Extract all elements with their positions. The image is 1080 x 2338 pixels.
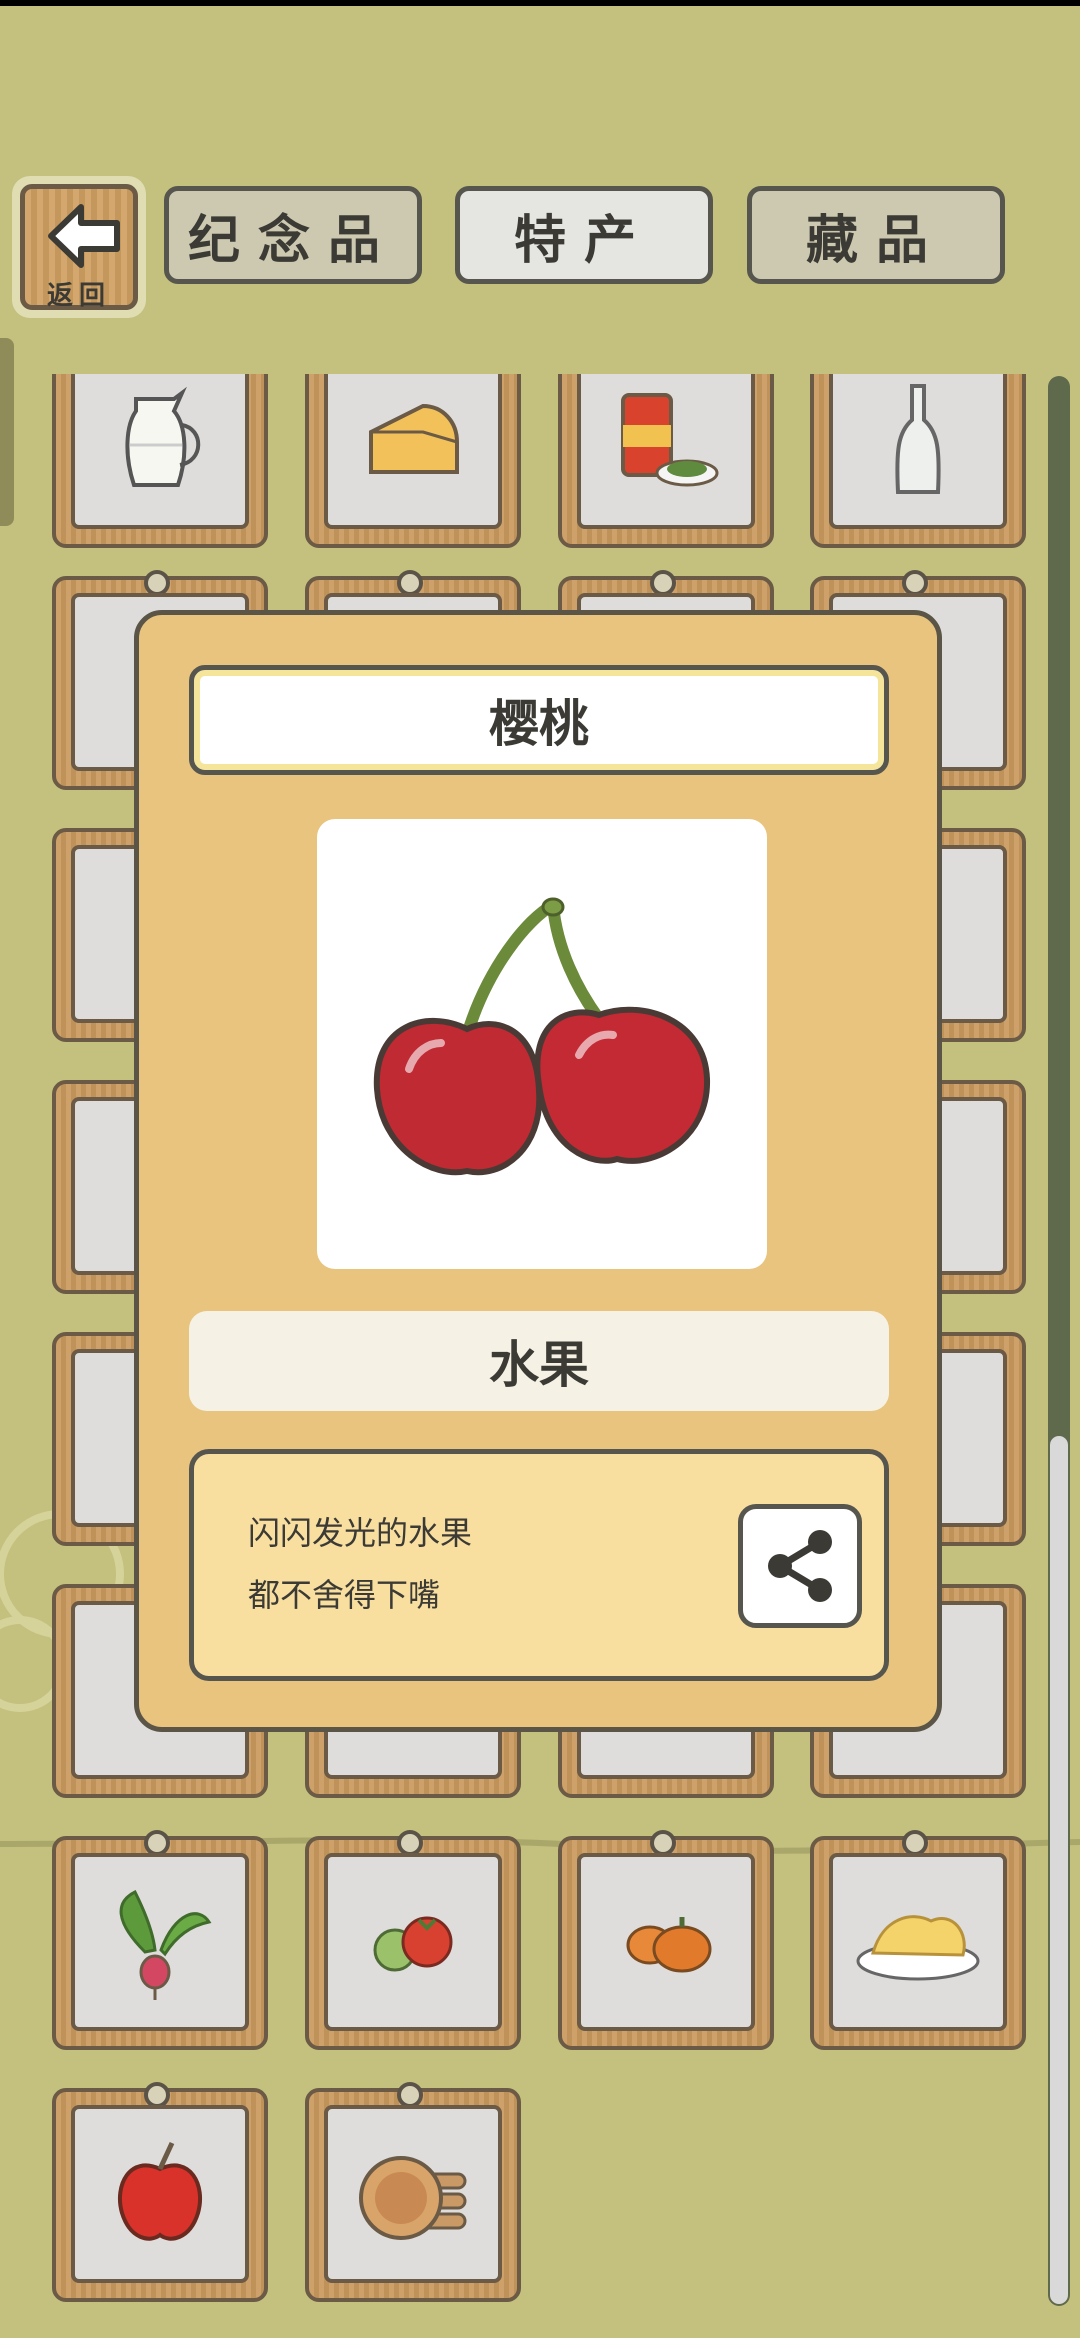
item-card[interactable]: [558, 1830, 774, 2050]
radish-icon: [119, 1889, 212, 2000]
description-line: 都不舍得下嘴: [248, 1576, 441, 1614]
apple-icon: [118, 2141, 202, 2241]
pancake-icon: [359, 2156, 467, 2240]
cherry-icon: [373, 897, 711, 1176]
tea-can-icon: [621, 393, 719, 487]
tomato-icon: [373, 1916, 453, 1972]
milk-jug-icon: [125, 386, 201, 487]
item-card[interactable]: [305, 1830, 521, 2050]
item-card[interactable]: [810, 374, 1026, 548]
item-card[interactable]: [810, 1830, 1026, 2050]
item-card[interactable]: [52, 1830, 268, 2050]
item-detail-dialog: 樱桃 水果 闪闪发光的水果 都不舍得下嘴: [134, 610, 942, 1732]
pumpkin-icon: [626, 1917, 712, 1973]
share-icon: [768, 1530, 832, 1602]
item-card[interactable]: [558, 374, 774, 548]
tab-souvenirs[interactable]: 纪念品: [164, 186, 422, 284]
share-button[interactable]: [738, 1504, 862, 1628]
back-arrow-icon: [48, 204, 120, 268]
bottle-icon: [895, 384, 941, 494]
item-name: 樱桃: [189, 665, 889, 775]
back-button[interactable]: 返回: [12, 176, 146, 318]
item-card[interactable]: [305, 374, 521, 548]
pasta-icon: [856, 1915, 980, 1981]
tab-specialties[interactable]: 特产: [455, 186, 713, 284]
tab-collectibles[interactable]: 藏品: [747, 186, 1005, 284]
scrollbar-thumb[interactable]: [1050, 1436, 1068, 2304]
item-description-panel: 闪闪发光的水果 都不舍得下嘴: [189, 1449, 889, 1681]
item-image: [317, 819, 767, 1269]
item-card[interactable]: [305, 2082, 521, 2302]
item-category: 水果: [189, 1311, 889, 1411]
status-bar: [0, 0, 1080, 6]
cheese-icon: [369, 403, 459, 474]
item-card[interactable]: [52, 2082, 268, 2302]
item-card[interactable]: [52, 374, 268, 548]
description-line: 闪闪发光的水果: [248, 1514, 473, 1552]
back-label: 返回: [46, 281, 111, 311]
